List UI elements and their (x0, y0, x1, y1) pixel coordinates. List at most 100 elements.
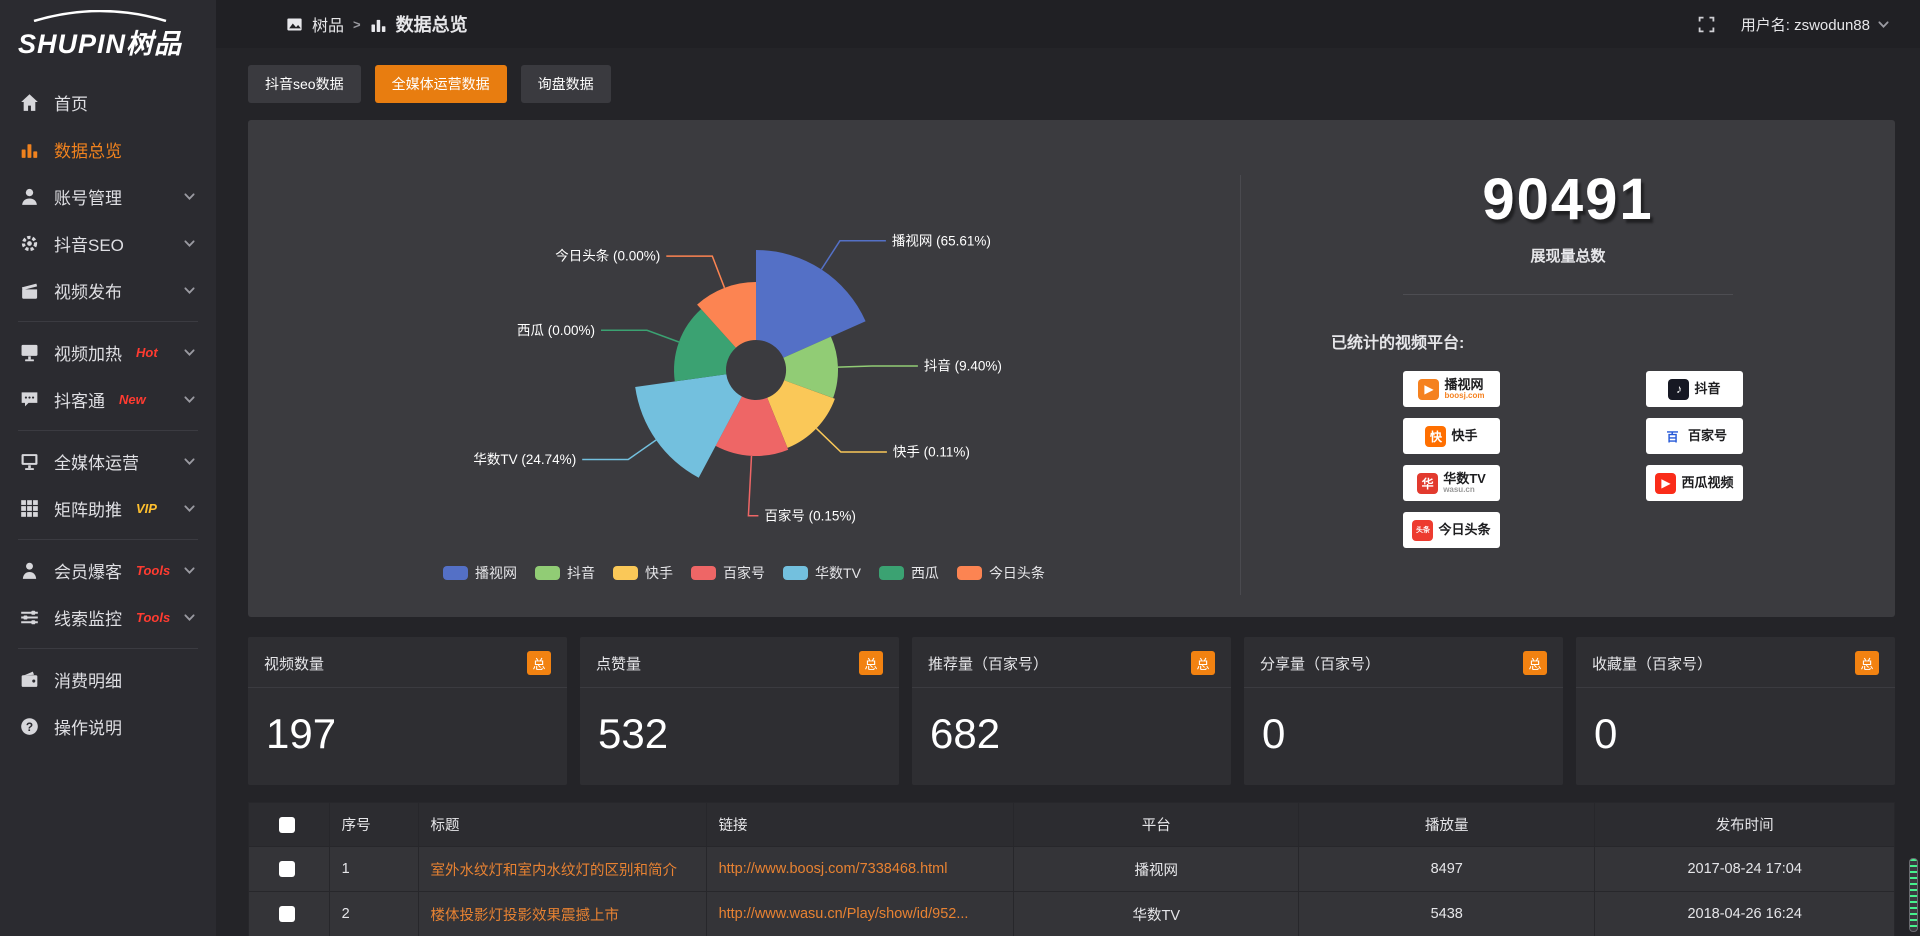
legend-swatch (443, 566, 468, 580)
legend-label: 快手 (645, 563, 673, 583)
pie-slice-4[interactable] (635, 374, 742, 478)
cell-published: 2017-08-24 17:04 (1595, 847, 1895, 892)
legend-item-3[interactable]: 百家号 (691, 563, 765, 583)
sidebar-item-omni-media-operation[interactable]: 全媒体运营 (0, 438, 216, 485)
legend-item-5[interactable]: 西瓜 (879, 563, 939, 583)
sidebar-item-member-burst[interactable]: 会员爆客 Tools (0, 547, 216, 594)
platform-column-1: ♪抖音百百家号▶西瓜视频 (1646, 371, 1743, 548)
table-row: 2楼体投影灯投影效果震撼上市http://www.wasu.cn/Play/sh… (249, 892, 1895, 936)
sidebar-item-label: 视频发布 (54, 278, 122, 303)
sidebar-item-data-overview[interactable]: 数据总览 (0, 126, 216, 173)
platform-badge-texts: 华数TVwasu.cn (1443, 472, 1486, 494)
cell-platform: 华数TV (1014, 892, 1299, 936)
chevron-down-icon (183, 393, 196, 406)
scrollbar-thumb[interactable] (1909, 858, 1918, 932)
impressions-total-value: 90491 (1241, 166, 1895, 233)
total-badge: 总 (859, 651, 883, 675)
breadcrumb-root[interactable]: 树品 (312, 12, 344, 36)
tab-inquiry-data[interactable]: 询盘数据 (521, 65, 611, 103)
platform-logo-icon: 快 (1425, 426, 1446, 447)
platform-sub: boosj.com (1444, 392, 1484, 400)
sidebar-item-label: 全媒体运营 (54, 449, 139, 474)
chevron-down-icon (183, 455, 196, 468)
gear-icon (20, 234, 39, 253)
sidebar-item-douyin-seo[interactable]: 抖音SEO (0, 220, 216, 267)
legend-swatch (691, 566, 716, 580)
sidebar-item-label: 抖客通 (54, 387, 105, 412)
monitor-icon (20, 452, 39, 471)
legend-item-4[interactable]: 华数TV (783, 563, 861, 583)
cell-plays: 8497 (1299, 847, 1595, 892)
column-header-4: 播放量 (1299, 803, 1595, 847)
sidebar-item-account-management[interactable]: 账号管理 (0, 173, 216, 220)
legend-item-0[interactable]: 播视网 (443, 563, 517, 583)
table-header: 序号标题链接平台播放量发布时间 (249, 803, 1895, 847)
legend-label: 西瓜 (911, 563, 939, 583)
sidebar-item-label: 线索监控 (54, 605, 122, 630)
platform-badge-texts: 快手 (1451, 429, 1477, 443)
sidebar-item-badge: Tools (136, 563, 170, 578)
pie-label-2: 快手 (0.11%) (893, 445, 970, 460)
pie-label-line-3 (748, 456, 758, 516)
row-checkbox[interactable] (279, 906, 295, 922)
breadcrumb-current[interactable]: 数据总览 (396, 11, 468, 37)
cell-url-link[interactable]: http://www.boosj.com/7338468.html (706, 847, 1014, 892)
select-all-checkbox[interactable] (279, 817, 295, 833)
row-checkbox-cell (249, 892, 330, 936)
tab-omnimedia-operation-data[interactable]: 全媒体运营数据 (375, 65, 507, 103)
sidebar-item-home[interactable]: 首页 (0, 79, 216, 126)
cell-title-link[interactable]: 室外水纹灯和室内水纹灯的区别和简介 (418, 847, 706, 892)
sidebar-item-clue-monitor[interactable]: 线索监控 Tools (0, 594, 216, 641)
pie-label-1: 抖音 (9.40%) (924, 358, 1002, 374)
fullscreen-icon[interactable] (1698, 16, 1715, 33)
legend-swatch (957, 566, 982, 580)
sidebar-item-doukaotong[interactable]: 抖客通 New (0, 376, 216, 423)
sidebar-item-consumption-detail[interactable]: 消费明细 (0, 656, 216, 703)
platform-badge-texts: 今日头条 (1438, 523, 1490, 537)
pie-label-line-2 (816, 428, 887, 452)
impressions-total-label: 展现量总数 (1241, 245, 1895, 266)
legend-label: 百家号 (723, 563, 765, 583)
legend-item-1[interactable]: 抖音 (535, 563, 595, 583)
sidebar-item-badge: Tools (136, 610, 170, 625)
platform-logo-icon: ♪ (1668, 379, 1689, 400)
pie-slice-0[interactable] (756, 250, 866, 358)
stat-card-header: 收藏量（百家号）总 (1576, 637, 1895, 688)
chevron-down-icon (183, 346, 196, 359)
sliders-icon (20, 608, 39, 627)
legend-swatch (783, 566, 808, 580)
sidebar-item-matrix-boost[interactable]: 矩阵助推VIP (0, 485, 216, 532)
sidebar-item-operation-guide[interactable]: ?操作说明 (0, 703, 216, 750)
legend-item-2[interactable]: 快手 (613, 563, 673, 583)
chevron-down-icon (183, 190, 196, 203)
platform-name: 百家号 (1688, 429, 1727, 443)
breadcrumb: 树品 > 数据总览 (286, 11, 468, 37)
sidebar-item-video-publish[interactable]: 视频发布 (0, 267, 216, 314)
header-checkbox-cell (249, 803, 330, 847)
cell-plays: 5438 (1299, 892, 1595, 936)
tab-douyin-seo-data[interactable]: 抖音seo数据 (248, 65, 361, 103)
sidebar-item-badge: New (119, 392, 146, 407)
table-header-row: 序号标题链接平台播放量发布时间 (249, 803, 1895, 847)
platform-name: 播视网 (1444, 378, 1484, 392)
pie-label-line-4 (582, 440, 656, 460)
platform-badge-1-2: ▶西瓜视频 (1646, 465, 1743, 501)
cell-url-link[interactable]: http://www.wasu.cn/Play/show/id/952... (706, 892, 1014, 936)
sidebar-item-video-heating[interactable]: 视频加热Hot (0, 329, 216, 376)
sidebar-item-label: 视频加热 (54, 340, 122, 365)
sidebar-item-label: 会员爆客 (54, 558, 122, 583)
stat-cards-row: 视频数量总197点赞量总532推荐量（百家号）总682分享量（百家号）总0收藏量… (248, 637, 1895, 785)
username-label: 用户名: zswodun88 (1741, 14, 1870, 35)
pie-label-line-0 (821, 241, 886, 270)
sidebar-item-label: 矩阵助推 (54, 496, 122, 521)
platform-badge-1-0: ♪抖音 (1646, 371, 1743, 407)
cell-title-link[interactable]: 楼体投影灯投影效果震撼上市 (418, 892, 706, 936)
row-checkbox[interactable] (279, 861, 295, 877)
chart-legend: 播视网抖音 快手 百家号华数TV 西瓜今日头条 (248, 563, 1240, 583)
platform-badge-0-0: ▶播视网boosj.com (1403, 371, 1500, 407)
rose-pie-chart-svg: 播视网 (65.61%)抖音 (9.40%)快手 (0.11%)百家号 (0.1… (248, 120, 1240, 617)
wallet-icon (20, 670, 39, 689)
user-menu[interactable]: 用户名: zswodun88 (1741, 14, 1890, 35)
legend-item-6[interactable]: 今日头条 (957, 563, 1045, 583)
chevron-down-icon (183, 564, 196, 577)
